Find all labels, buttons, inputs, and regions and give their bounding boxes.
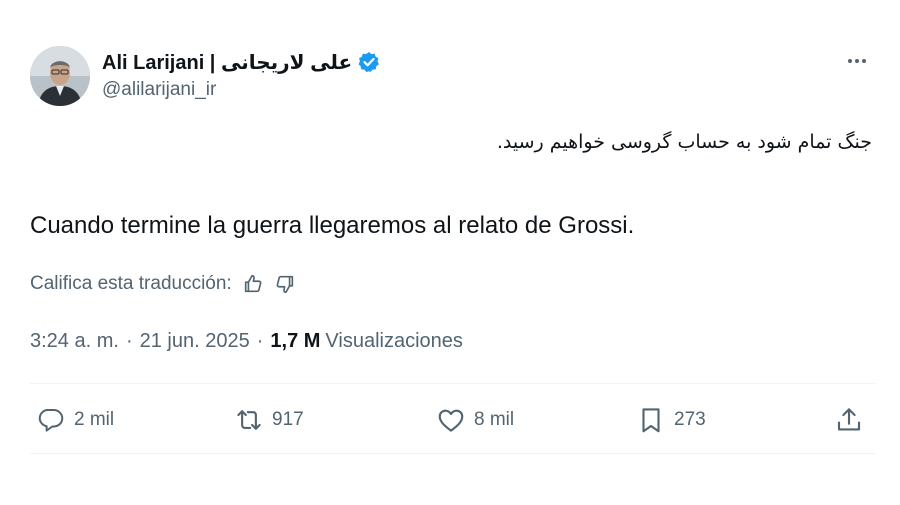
share-button[interactable] xyxy=(834,400,864,440)
author-handle[interactable]: @alilarijani_ir xyxy=(102,79,216,101)
like-count: 8 mil xyxy=(474,409,515,430)
like-button[interactable]: 8 mil xyxy=(436,400,514,440)
display-name[interactable]: Ali Larijani | علی لاریجانی xyxy=(102,50,352,75)
verified-badge-icon[interactable] xyxy=(358,51,380,73)
meta-separator: · xyxy=(125,330,133,352)
bookmark-icon xyxy=(642,408,660,433)
action-bar: 2 mil 917 8 mil 273 xyxy=(0,400,900,440)
tweet-translated-text: Cuando termine la guerra llegaremos al r… xyxy=(30,212,635,239)
bookmark-button[interactable]: 273 xyxy=(636,400,706,440)
author-name-row: Ali Larijani | علی لاریجانی xyxy=(102,48,380,76)
reply-icon xyxy=(38,409,64,432)
tweet-card: Ali Larijani | علی لاریجانی @alilarijani… xyxy=(0,0,900,505)
like-icon xyxy=(438,409,464,432)
repost-icon xyxy=(237,410,261,430)
tweet-original-text: جنگ تمام شود به حساب گروسی خواهیم رسید. xyxy=(496,131,872,153)
repost-count: 917 xyxy=(272,409,304,430)
more-options-icon[interactable] xyxy=(842,52,872,70)
rate-translation-label: Califica esta traducción: xyxy=(30,273,232,294)
tweet-date[interactable]: 21 jun. 2025 xyxy=(140,330,250,353)
bookmark-count: 273 xyxy=(674,409,706,430)
divider xyxy=(30,383,875,384)
views-label: Visualizaciones xyxy=(325,330,463,352)
reply-count: 2 mil xyxy=(74,409,115,430)
thumbs-down-icon[interactable] xyxy=(274,273,296,295)
repost-button[interactable]: 917 xyxy=(234,400,304,440)
rate-translation-row: Califica esta traducción: xyxy=(30,272,296,296)
share-icon xyxy=(837,408,861,431)
tweet-meta: 3:24 a. m. · 21 jun. 2025 · 1,7 M Visual… xyxy=(30,330,463,353)
avatar[interactable] xyxy=(30,46,90,106)
views-count: 1,7 M xyxy=(270,330,321,352)
tweet-time[interactable]: 3:24 a. m. xyxy=(30,330,119,353)
thumbs-up-icon[interactable] xyxy=(242,273,264,295)
meta-separator: · xyxy=(256,330,264,352)
reply-button[interactable]: 2 mil xyxy=(36,400,114,440)
divider xyxy=(30,453,875,454)
